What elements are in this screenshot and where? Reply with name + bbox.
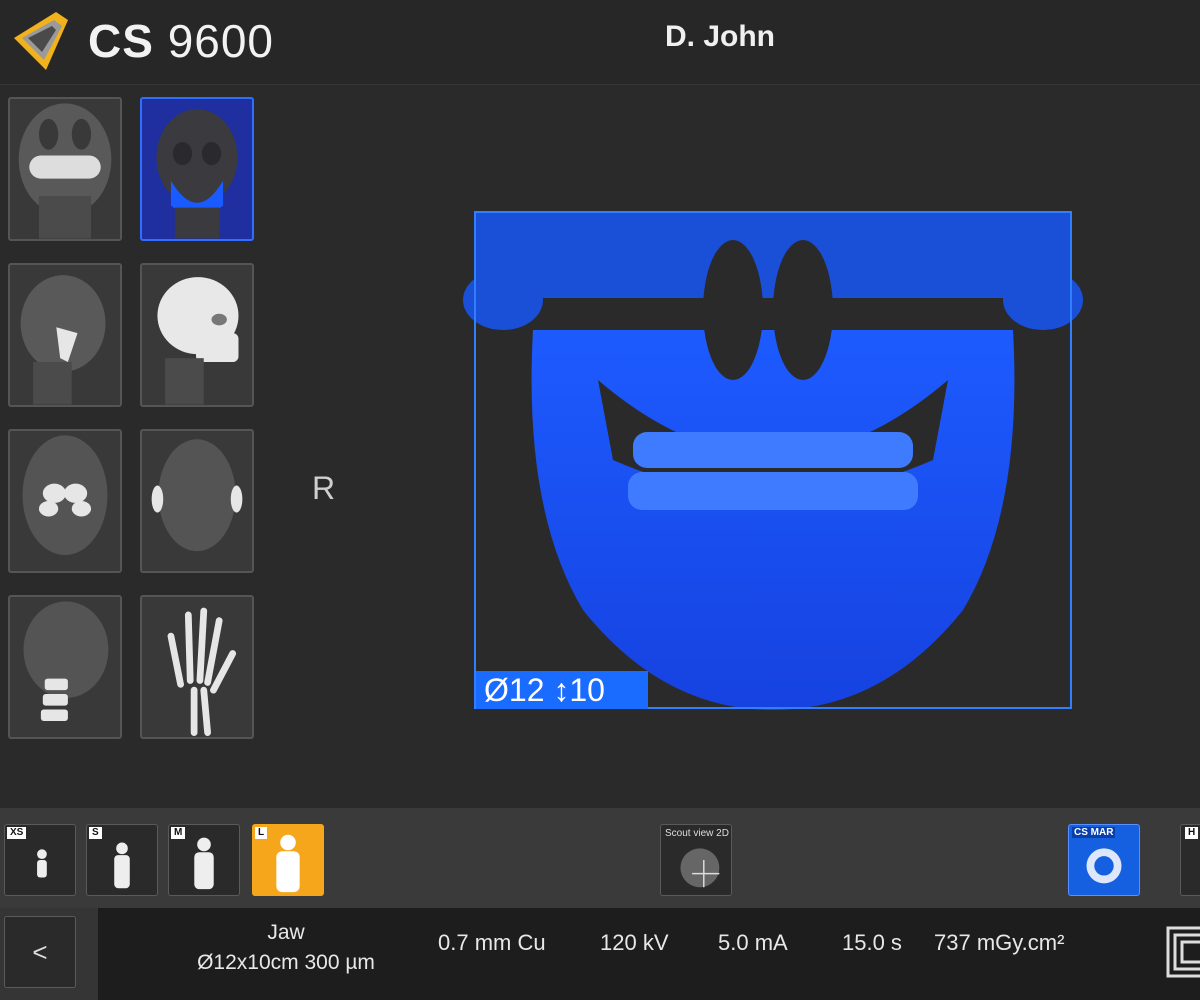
fov-selection-box[interactable] bbox=[474, 211, 1072, 709]
app-model-number: 9600 bbox=[167, 15, 275, 67]
metal-artifact-icon bbox=[1086, 848, 1122, 884]
back-button[interactable]: < bbox=[4, 916, 76, 988]
kv-value: 120 kV bbox=[600, 930, 669, 955]
size-s-button[interactable]: S bbox=[86, 824, 158, 896]
size-m-button[interactable]: M bbox=[168, 824, 240, 896]
header-bar: CS 9600 D. John bbox=[0, 0, 1200, 85]
exam-panoramic-button[interactable] bbox=[8, 97, 122, 241]
small-person-icon bbox=[114, 842, 130, 889]
lateral-head-tmj-icon bbox=[20, 275, 106, 405]
sinus-icon bbox=[22, 435, 108, 556]
size-xs-button[interactable]: XS bbox=[4, 824, 76, 896]
exam-cervical-button[interactable] bbox=[8, 595, 122, 739]
child-figure-icon bbox=[37, 849, 47, 878]
cervical-spine-icon bbox=[23, 601, 109, 722]
scout-head-icon bbox=[680, 848, 720, 888]
ear-icon bbox=[151, 439, 243, 552]
time-value: 15.0 s bbox=[842, 930, 902, 955]
fov-size-label: Ø12 ↕10 bbox=[476, 671, 648, 709]
exam-ceph-button[interactable] bbox=[140, 263, 254, 407]
ma-value: 5.0 mA bbox=[718, 930, 788, 955]
exam-tmj-button[interactable] bbox=[8, 263, 122, 407]
orientation-label: R bbox=[312, 470, 336, 506]
cs-logo-icon bbox=[14, 12, 68, 70]
app-name-bold: CS bbox=[88, 15, 154, 67]
exam-jaw-3d-button[interactable] bbox=[140, 97, 254, 241]
scout-view-button[interactable]: Scout view 2D bbox=[660, 824, 732, 896]
exam-hand-button[interactable] bbox=[140, 595, 254, 739]
exam-sinus-button[interactable] bbox=[8, 429, 122, 573]
region-info: Jaw Ø12x10cm 300 µm bbox=[170, 918, 402, 978]
hand-wrist-icon bbox=[167, 607, 237, 736]
filter-value: 0.7 mm Cu bbox=[438, 930, 546, 955]
dose-value: 737 mGy.cm² bbox=[934, 930, 1065, 955]
patient-name: D. John bbox=[665, 20, 775, 53]
layers-icon[interactable] bbox=[1166, 922, 1200, 982]
region-fov-resolution: Ø12x10cm 300 µm bbox=[197, 951, 375, 974]
app-title: CS 9600 bbox=[88, 14, 274, 68]
more-option-button[interactable]: H bbox=[1180, 824, 1200, 896]
medium-person-icon bbox=[194, 837, 214, 890]
panoramic-skull-icon bbox=[18, 103, 112, 239]
exam-ear-button[interactable] bbox=[140, 429, 254, 573]
lateral-skull-icon bbox=[157, 277, 239, 405]
cs-mar-button[interactable]: CS MAR bbox=[1068, 824, 1140, 896]
region-name: Jaw bbox=[267, 921, 305, 944]
size-l-button[interactable]: L bbox=[252, 824, 324, 896]
frontal-jaw-icon bbox=[156, 109, 238, 239]
large-person-icon bbox=[276, 834, 300, 893]
option-tag: H bbox=[1185, 827, 1199, 839]
